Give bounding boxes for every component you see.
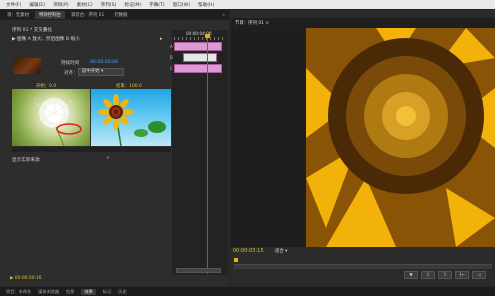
panel-menu-button[interactable]: » bbox=[222, 13, 225, 18]
bottom-tab-bar: 项目：未命名 媒体浏览器 信息 效果 标记 历史 bbox=[0, 287, 495, 296]
menu-clip[interactable]: 素材(C) bbox=[77, 2, 93, 8]
menu-file[interactable]: 文件(F) bbox=[6, 2, 21, 8]
expand-arrow-icon[interactable]: ▸ bbox=[160, 36, 163, 42]
track-letter-c: C bbox=[170, 66, 173, 71]
tab-effect-controls[interactable]: 特效控制台 bbox=[34, 11, 65, 19]
left-tab-bar: 源：无素材 特效控制台 调音台：序列 01 元数据 » bbox=[0, 10, 229, 20]
duration-label: 持续时间 bbox=[61, 61, 80, 66]
effect-timecode: ▶ 00:00:00:16 bbox=[10, 276, 42, 281]
tab-effects[interactable]: 效果 bbox=[81, 288, 96, 295]
alignment-value: 居中开始 bbox=[82, 69, 100, 74]
tab-media-browser[interactable]: 媒体浏览器 bbox=[38, 289, 59, 295]
tab-audio-mixer[interactable]: 调音台：序列 01 bbox=[67, 11, 108, 19]
tab-metadata[interactable]: 元数据 bbox=[110, 11, 131, 19]
show-actual-sources-checkbox[interactable]: ✓ bbox=[106, 155, 110, 161]
timeline-ruler[interactable] bbox=[174, 37, 226, 40]
mark-out-icon[interactable]: } bbox=[438, 271, 452, 279]
alignment-dropdown[interactable]: 居中开始 ▾ bbox=[78, 68, 124, 76]
mark-in-icon[interactable]: { bbox=[421, 271, 435, 279]
track-letter-b: B bbox=[170, 55, 173, 60]
program-tab-bar: 节目：序列 01 × bbox=[231, 18, 495, 28]
timeline-scrollbar[interactable] bbox=[176, 268, 221, 273]
go-to-in-icon[interactable]: {← bbox=[455, 271, 469, 279]
timeline-clip-a[interactable] bbox=[174, 42, 222, 51]
menu-title[interactable]: 字幕(T) bbox=[149, 2, 165, 8]
program-monitor-image bbox=[306, 28, 495, 247]
tab-source[interactable]: 源：无素材 bbox=[3, 11, 33, 19]
add-marker-icon[interactable]: ▼ bbox=[404, 271, 418, 279]
timeline-clip-b[interactable] bbox=[174, 64, 222, 73]
menu-bar: 文件(F) 编辑(E) 项目(P) 素材(C) 序列(S) 标记(M) 字幕(T… bbox=[0, 0, 495, 9]
alignment-label: 对齐： bbox=[64, 71, 78, 76]
tab-program[interactable]: 节目：序列 01 × bbox=[235, 20, 269, 26]
monitor-scrub-bar[interactable] bbox=[234, 264, 492, 269]
tab-markers[interactable]: 标记 bbox=[103, 289, 111, 295]
preview-a-dandelion bbox=[12, 89, 90, 146]
menu-sequence[interactable]: 序列(S) bbox=[101, 2, 117, 8]
transition-thumbnail bbox=[14, 58, 41, 74]
track-letter-a: A bbox=[170, 44, 173, 49]
menu-project[interactable]: 项目(P) bbox=[53, 2, 69, 8]
transition-description[interactable]: ▶ 图像 A 放大，然后图像 B 缩小 bbox=[12, 36, 80, 42]
playhead-handle[interactable] bbox=[205, 34, 210, 38]
transition-slider[interactable] bbox=[12, 147, 171, 152]
menu-window[interactable]: 窗口(W) bbox=[173, 2, 190, 8]
zoom-fit-dropdown[interactable]: 适合 ▾ bbox=[275, 248, 287, 254]
effect-title: 序列 01 * 交叉叠化 bbox=[12, 28, 53, 33]
menu-edit[interactable]: 编辑(E) bbox=[29, 2, 45, 8]
tab-info[interactable]: 信息 bbox=[66, 289, 74, 295]
tab-project[interactable]: 项目：未命名 bbox=[6, 289, 31, 295]
menu-marker[interactable]: 标记(M) bbox=[124, 2, 141, 8]
preview-b-sunflower bbox=[91, 89, 171, 146]
scrub-marker[interactable] bbox=[234, 258, 238, 262]
tab-history[interactable]: 历史 bbox=[118, 289, 126, 295]
transport-controls: ▼ { } {← ◁ bbox=[404, 271, 486, 279]
menu-help[interactable]: 帮助(H) bbox=[198, 2, 214, 8]
show-actual-sources-label: 显示实际来源 bbox=[12, 158, 40, 163]
timeline-transition[interactable] bbox=[183, 53, 217, 62]
program-timecode[interactable]: 00:00:03:15 bbox=[233, 248, 264, 254]
step-back-icon[interactable]: ◁ bbox=[472, 271, 486, 279]
playhead[interactable] bbox=[207, 36, 208, 274]
duration-value[interactable]: 00:00:00:00 bbox=[90, 60, 118, 65]
